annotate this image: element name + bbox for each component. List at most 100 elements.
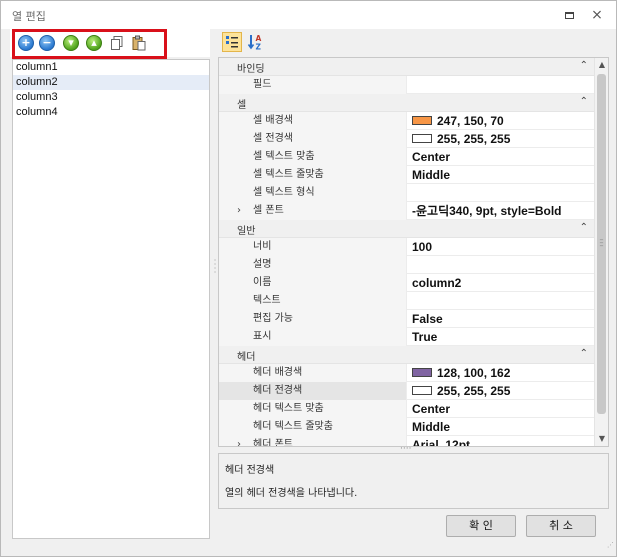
property-row[interactable]: 셀 폰트 › -윤고딕340, 9pt, style=Bold: [219, 202, 594, 220]
property-value-text: -윤고딕340, 9pt, style=Bold: [412, 204, 562, 218]
property-row[interactable]: 셀 텍스트 줄맞춤 Middle: [219, 166, 594, 184]
toolbar-highlight-box: [12, 29, 167, 59]
property-row[interactable]: 너비 100: [219, 238, 594, 256]
property-name: 셀 텍스트 형식: [219, 184, 407, 202]
property-value[interactable]: -윤고딕340, 9pt, style=Bold: [408, 202, 594, 220]
property-value[interactable]: [408, 76, 594, 94]
alphabetical-sort-icon: A Z: [247, 34, 262, 52]
property-name: 셀 폰트: [219, 202, 407, 220]
property-name: 표시: [219, 328, 407, 346]
property-value[interactable]: 247, 150, 70: [408, 112, 594, 130]
categorized-view-button[interactable]: [222, 32, 242, 52]
restore-button[interactable]: [561, 7, 577, 23]
property-value[interactable]: 255, 255, 255: [408, 382, 594, 400]
vertical-splitter-grip[interactable]: · · · ·: [213, 257, 217, 277]
property-grid-rows: 바인딩 ⌃ 필드 셀 ⌃ 셀 배경색 247, 150, 70 셀 전경색 255, 255, …: [219, 58, 594, 447]
color-swatch: [412, 368, 432, 378]
list-item[interactable]: column4: [13, 105, 209, 120]
property-value[interactable]: Arial, 12pt: [408, 436, 594, 447]
category-label: 헤더: [237, 352, 256, 363]
close-button[interactable]: ⨯: [589, 7, 605, 23]
property-row[interactable]: 셀 전경색 255, 255, 255: [219, 130, 594, 148]
expand-chevron-icon[interactable]: ›: [237, 436, 247, 446]
property-value[interactable]: [408, 292, 594, 310]
property-row[interactable]: 헤더 텍스트 줄맞춤 Middle: [219, 418, 594, 436]
property-row[interactable]: 이름 column2: [219, 274, 594, 292]
property-row[interactable]: 필드: [219, 76, 594, 94]
property-value[interactable]: Center: [408, 148, 594, 166]
property-row[interactable]: 셀 배경색 247, 150, 70: [219, 112, 594, 130]
property-row[interactable]: 헤더 배경색 128, 100, 162: [219, 364, 594, 382]
expand-chevron-icon[interactable]: ›: [237, 202, 247, 220]
property-name: 편집 가능: [219, 310, 407, 328]
property-value[interactable]: False: [408, 310, 594, 328]
collapse-chevron-icon[interactable]: ⌃: [580, 222, 588, 233]
color-swatch: [412, 386, 432, 396]
property-name: 셀 전경색: [219, 130, 407, 148]
property-value-text: column2: [412, 276, 462, 290]
list-item-selected[interactable]: column2: [13, 75, 209, 90]
property-value-text: 100: [412, 240, 433, 254]
description-text: 열의 헤더 전경색을 나타냅니다.: [225, 488, 358, 499]
property-value-text: Center: [412, 402, 451, 416]
color-swatch: [412, 116, 432, 126]
property-row[interactable]: 편집 가능 False: [219, 310, 594, 328]
property-row[interactable]: 셀 텍스트 맞춤 Center: [219, 148, 594, 166]
property-row[interactable]: 헤더 전경색 255, 255, 255: [219, 382, 594, 400]
property-value-text: 128, 100, 162: [437, 366, 511, 380]
property-value[interactable]: [408, 256, 594, 274]
property-category[interactable]: 헤더 ⌃: [219, 346, 594, 364]
horizontal-splitter-grip[interactable]: ····: [400, 445, 420, 454]
property-value[interactable]: 100: [408, 238, 594, 256]
ok-button[interactable]: 확 인: [446, 515, 516, 537]
property-category[interactable]: 바인딩 ⌃: [219, 58, 594, 76]
close-icon: ⨯: [591, 7, 603, 23]
property-grid[interactable]: 바인딩 ⌃ 필드 셀 ⌃ 셀 배경색 247, 150, 70 셀 전경색 255, 255, …: [218, 57, 609, 447]
alphabetical-sort-button[interactable]: A Z: [247, 32, 267, 52]
list-item[interactable]: column3: [13, 90, 209, 105]
property-value[interactable]: 255, 255, 255: [408, 130, 594, 148]
property-name: 셀 배경색: [219, 112, 407, 130]
scroll-grip-icon: – – –: [599, 235, 604, 250]
collapse-chevron-icon[interactable]: ⌃: [580, 348, 588, 359]
cancel-button[interactable]: 취 소: [526, 515, 596, 537]
property-category[interactable]: 셀 ⌃: [219, 94, 594, 112]
property-row[interactable]: 표시 True: [219, 328, 594, 346]
property-value[interactable]: Middle: [408, 166, 594, 184]
property-name: 헤더 텍스트 맞춤: [219, 400, 407, 418]
category-label: 셀: [237, 100, 247, 111]
category-label: 바인딩: [237, 64, 265, 75]
column-list[interactable]: column1 column2 column3 column4: [12, 59, 210, 539]
property-name: 헤더 배경색: [219, 364, 407, 382]
collapse-chevron-icon[interactable]: ⌃: [580, 60, 588, 71]
property-row[interactable]: 셀 텍스트 형식: [219, 184, 594, 202]
property-value[interactable]: Middle: [408, 418, 594, 436]
categorized-view-icon: [226, 36, 238, 48]
property-value[interactable]: column2: [408, 274, 594, 292]
scroll-up-arrow[interactable]: ▲: [595, 58, 608, 72]
property-value-text: Arial, 12pt: [412, 438, 471, 447]
property-value-text: False: [412, 312, 443, 326]
resize-grip[interactable]: ⋰: [604, 542, 614, 554]
property-row[interactable]: 설명: [219, 256, 594, 274]
property-row[interactable]: 텍스트: [219, 292, 594, 310]
property-category[interactable]: 일반 ⌃: [219, 220, 594, 238]
property-name: 이름: [219, 274, 407, 292]
property-value[interactable]: 128, 100, 162: [408, 364, 594, 382]
collapse-chevron-icon[interactable]: ⌃: [580, 96, 588, 107]
property-grid-toolbar: A Z: [220, 29, 609, 57]
scroll-down-arrow[interactable]: ▼: [595, 432, 608, 446]
color-swatch: [412, 134, 432, 144]
property-value-text: Middle: [412, 168, 450, 182]
property-name: 너비: [219, 238, 407, 256]
property-name: 셀 텍스트 맞춤: [219, 148, 407, 166]
property-row[interactable]: 헤더 텍스트 맞춤 Center: [219, 400, 594, 418]
list-item[interactable]: column1: [13, 60, 209, 75]
property-value[interactable]: True: [408, 328, 594, 346]
property-grid-scrollbar[interactable]: ▲ – – – ▼: [594, 58, 608, 446]
column-list-toolbar: + − ▾ ▴: [10, 29, 210, 59]
property-value[interactable]: Center: [408, 400, 594, 418]
property-value[interactable]: [408, 184, 594, 202]
column-editor-window: 열 편집 ⨯ + − ▾ ▴ column1 column2 column3 c…: [0, 0, 617, 557]
window-title: 열 편집: [12, 10, 46, 23]
